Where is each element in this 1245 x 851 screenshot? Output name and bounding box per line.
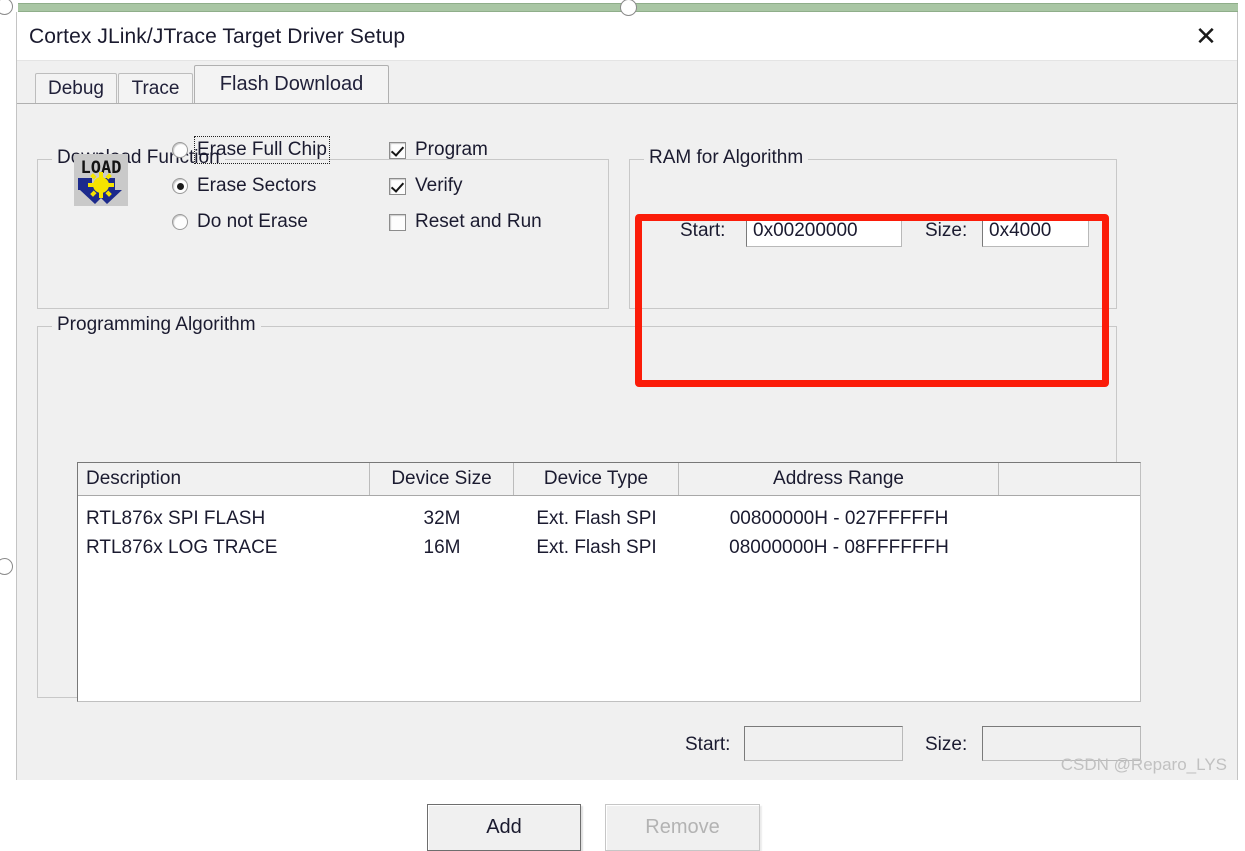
tab-flash-download[interactable]: Flash Download: [194, 65, 389, 103]
checkbox-program-label: Program: [415, 139, 488, 160]
radio-do-not-erase-indicator: [172, 214, 188, 230]
checkbox-verify-label: Verify: [415, 175, 463, 196]
radio-erase-full-chip[interactable]: Erase Full Chip: [172, 136, 330, 164]
checkbox-program-indicator: [389, 141, 406, 159]
radio-erase-full-chip-indicator: [172, 142, 188, 158]
tab-trace[interactable]: Trace: [118, 73, 193, 103]
ram-start-input[interactable]: 0x00200000: [746, 214, 902, 247]
column-header-device-type[interactable]: Device Type: [514, 463, 679, 495]
target-driver-setup-dialog: Cortex JLink/JTrace Target Driver Setup …: [17, 13, 1237, 851]
ram-size-input[interactable]: 0x4000: [982, 214, 1089, 247]
column-header-blank[interactable]: [999, 463, 1139, 495]
column-header-description[interactable]: Description: [78, 463, 370, 495]
tabstrip: Debug Trace Flash Download: [17, 61, 1237, 103]
checkbox-verify[interactable]: Verify: [389, 173, 463, 199]
table-header-row: Description Device Size Device Type Addr…: [78, 463, 1140, 496]
cell-device-type: Ext. Flash SPI: [536, 507, 657, 529]
table-row[interactable]: RTL876x LOG TRACE 16M Ext. Flash SPI 080…: [78, 533, 1140, 562]
checkbox-program[interactable]: Program: [389, 137, 488, 163]
dialog-title: Cortex JLink/JTrace Target Driver Setup: [29, 25, 406, 48]
capture-handle-top-left[interactable]: [0, 0, 13, 15]
checkbox-verify-indicator: [389, 177, 406, 195]
capture-handle-middle-left[interactable]: [0, 558, 13, 575]
programming-algorithm-table[interactable]: Description Device Size Device Type Addr…: [77, 462, 1141, 702]
close-icon[interactable]: ✕: [1189, 22, 1223, 52]
algorithm-start-input[interactable]: [744, 726, 903, 761]
cell-address-range: 08000000H - 08FFFFFFH: [729, 536, 949, 558]
watermark-text: CSDN @Reparo_LYS: [1060, 755, 1227, 774]
cell-device-size: 32M: [423, 507, 461, 529]
algorithm-start-label: Start:: [685, 734, 731, 755]
radio-erase-full-chip-label: Erase Full Chip: [194, 136, 330, 164]
dialog-titlebar: Cortex JLink/JTrace Target Driver Setup …: [17, 13, 1237, 61]
radio-erase-sectors[interactable]: Erase Sectors: [172, 173, 316, 199]
load-download-icon: LOAD: [74, 154, 128, 206]
radio-erase-sectors-indicator: [172, 178, 188, 194]
window-edge-right: [1237, 12, 1238, 780]
add-button[interactable]: Add: [427, 804, 581, 851]
radio-do-not-erase[interactable]: Do not Erase: [172, 209, 308, 235]
cell-description: RTL876x LOG TRACE: [86, 536, 278, 558]
flash-download-panel: Download Function LOAD Erase Full Chip E…: [17, 103, 1237, 851]
cell-device-type: Ext. Flash SPI: [536, 536, 657, 558]
cell-device-size: 16M: [423, 536, 461, 558]
ram-for-algorithm-group-title: RAM for Algorithm: [644, 147, 809, 169]
remove-button: Remove: [605, 804, 760, 851]
ram-start-label: Start:: [680, 220, 726, 241]
radio-erase-sectors-label: Erase Sectors: [197, 175, 317, 196]
table-row[interactable]: RTL876x SPI FLASH 32M Ext. Flash SPI 008…: [78, 504, 1140, 533]
cell-address-range: 00800000H - 027FFFFFH: [729, 507, 949, 529]
radio-do-not-erase-label: Do not Erase: [197, 211, 308, 232]
cell-description: RTL876x SPI FLASH: [86, 507, 266, 529]
checkbox-reset-and-run-indicator: [389, 213, 406, 231]
column-header-address-range[interactable]: Address Range: [679, 463, 999, 495]
tab-debug[interactable]: Debug: [35, 73, 117, 103]
column-header-device-size[interactable]: Device Size: [370, 463, 514, 495]
checkbox-reset-and-run[interactable]: Reset and Run: [389, 209, 542, 235]
ram-size-label: Size:: [925, 220, 968, 241]
checkbox-reset-and-run-label: Reset and Run: [415, 211, 542, 232]
programming-algorithm-group-title: Programming Algorithm: [52, 314, 261, 336]
algorithm-size-label: Size:: [925, 734, 968, 755]
